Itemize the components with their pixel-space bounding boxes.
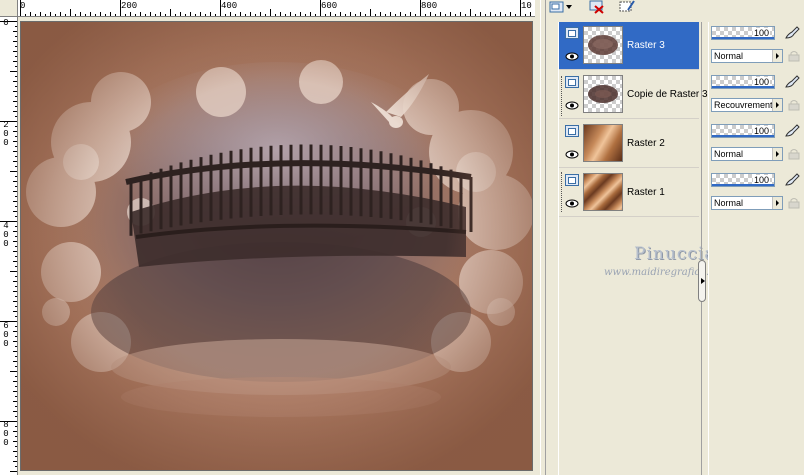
visibility-eye-icon[interactable]	[565, 199, 579, 208]
lock-icon[interactable]	[787, 50, 801, 62]
layer-thumbnail	[583, 173, 623, 211]
opacity-slider[interactable]: 100	[711, 26, 775, 40]
lock-icon[interactable]	[787, 197, 801, 209]
visibility-eye-icon[interactable]	[565, 150, 579, 159]
blend-mode-value: Normal	[714, 51, 744, 61]
chevron-right-icon[interactable]	[772, 197, 782, 209]
layer-props-copie-de-raster-3: 100 Recouvrement	[709, 71, 804, 119]
layer-name: Raster 2	[627, 138, 665, 149]
opacity-bar	[712, 135, 774, 137]
divider-track	[701, 22, 702, 475]
opacity-bar	[712, 184, 774, 186]
layer-props-raster-3: 100 Normal	[709, 22, 804, 70]
layer-group-icon[interactable]	[565, 125, 579, 137]
layer-row-raster-2[interactable]: Raster 2	[559, 120, 699, 168]
ruler-label-800: 800	[421, 1, 438, 11]
layers-palette: Raster 3 Copie de Raster 3 Raster 2 Rast…	[546, 0, 804, 475]
layers-toolbar	[546, 0, 804, 16]
layer-group-icon[interactable]	[565, 174, 579, 186]
ruler-label-200: 200	[121, 1, 138, 11]
vertical-ruler: 0 2 0 0 4 0 0 6 0 0 8 0 0	[0, 17, 18, 475]
brush-icon[interactable]	[784, 26, 800, 40]
blend-mode-value: Normal	[714, 149, 744, 159]
opacity-slider[interactable]: 100	[711, 173, 775, 187]
bridge-scene-image	[21, 22, 532, 470]
blend-mode-value: Normal	[714, 198, 744, 208]
layer-name: Raster 1	[627, 187, 665, 198]
opacity-slider[interactable]: 100	[711, 124, 775, 138]
layer-group-icon[interactable]	[565, 76, 579, 88]
ruler-label-0: 0	[20, 1, 26, 11]
brush-icon[interactable]	[784, 75, 800, 89]
ruler-corner	[0, 0, 18, 17]
chevron-right-icon[interactable]	[772, 99, 782, 111]
layer-thumbnail	[583, 124, 623, 162]
blend-mode-select[interactable]: Recouvrement	[711, 98, 783, 112]
layer-name: Copie de Raster 3	[627, 89, 708, 100]
ruler-label-v600: 6 0 0	[3, 321, 9, 349]
blend-mode-select[interactable]: Normal	[711, 49, 783, 63]
visibility-eye-icon[interactable]	[565, 101, 579, 110]
ruler-label-v400: 4 0 0	[3, 221, 9, 249]
layer-props-raster-1: 100 Normal	[709, 169, 804, 217]
lock-icon[interactable]	[787, 99, 801, 111]
ruler-label-v0: 0	[3, 18, 9, 28]
lock-icon[interactable]	[787, 148, 801, 160]
delete-layer-icon[interactable]	[588, 0, 606, 14]
brush-icon[interactable]	[784, 173, 800, 187]
layer-row-raster-1[interactable]: Raster 1	[559, 169, 699, 217]
horizontal-ruler-ticks	[20, 0, 531, 16]
canvas-area[interactable]: 0 200 400 600 800 10 0 2 0 0 4 0 0 6 0 0…	[0, 0, 540, 475]
blend-mode-select[interactable]: Normal	[711, 196, 783, 210]
layer-row-copie-de-raster-3[interactable]: Copie de Raster 3	[559, 71, 708, 119]
blend-mode-select[interactable]: Normal	[711, 147, 783, 161]
opacity-bar	[712, 86, 774, 88]
image-canvas[interactable]	[20, 21, 533, 471]
ruler-label-v200: 2 0 0	[3, 120, 9, 148]
layer-thumbnail	[583, 26, 623, 64]
chevron-right-icon[interactable]	[772, 148, 782, 160]
visibility-eye-icon[interactable]	[565, 52, 579, 61]
chevron-right-icon[interactable]	[772, 50, 782, 62]
layer-group-icon[interactable]	[565, 27, 579, 39]
dropdown-arrow-icon[interactable]	[565, 0, 574, 14]
brush-icon[interactable]	[784, 124, 800, 138]
layer-thumbnail	[583, 75, 623, 113]
ruler-label-v800: 8 0 0	[3, 420, 9, 448]
new-layer-icon[interactable]	[548, 0, 566, 14]
horizontal-ruler: 0 200 400 600 800 10	[0, 0, 535, 17]
blend-mode-value: Recouvrement	[714, 100, 773, 110]
palette-divider[interactable]	[698, 22, 708, 475]
edit-mask-icon[interactable]	[618, 0, 636, 14]
layer-name: Raster 3	[627, 40, 665, 51]
ruler-label-1000: 10	[521, 1, 532, 11]
layer-list[interactable]: Raster 3 Copie de Raster 3 Raster 2 Rast…	[558, 22, 722, 475]
layer-props-raster-2: 100 Normal	[709, 120, 804, 168]
opacity-slider[interactable]: 100	[711, 75, 775, 89]
opacity-bar	[712, 37, 774, 39]
divider-grip[interactable]	[698, 260, 706, 302]
ruler-label-400: 400	[221, 1, 238, 11]
layer-properties-column: 100 Normal 100 Recouvrement 100 Normal 1…	[708, 22, 804, 475]
ruler-label-600: 600	[321, 1, 338, 11]
layer-row-raster-3[interactable]: Raster 3	[559, 22, 699, 70]
